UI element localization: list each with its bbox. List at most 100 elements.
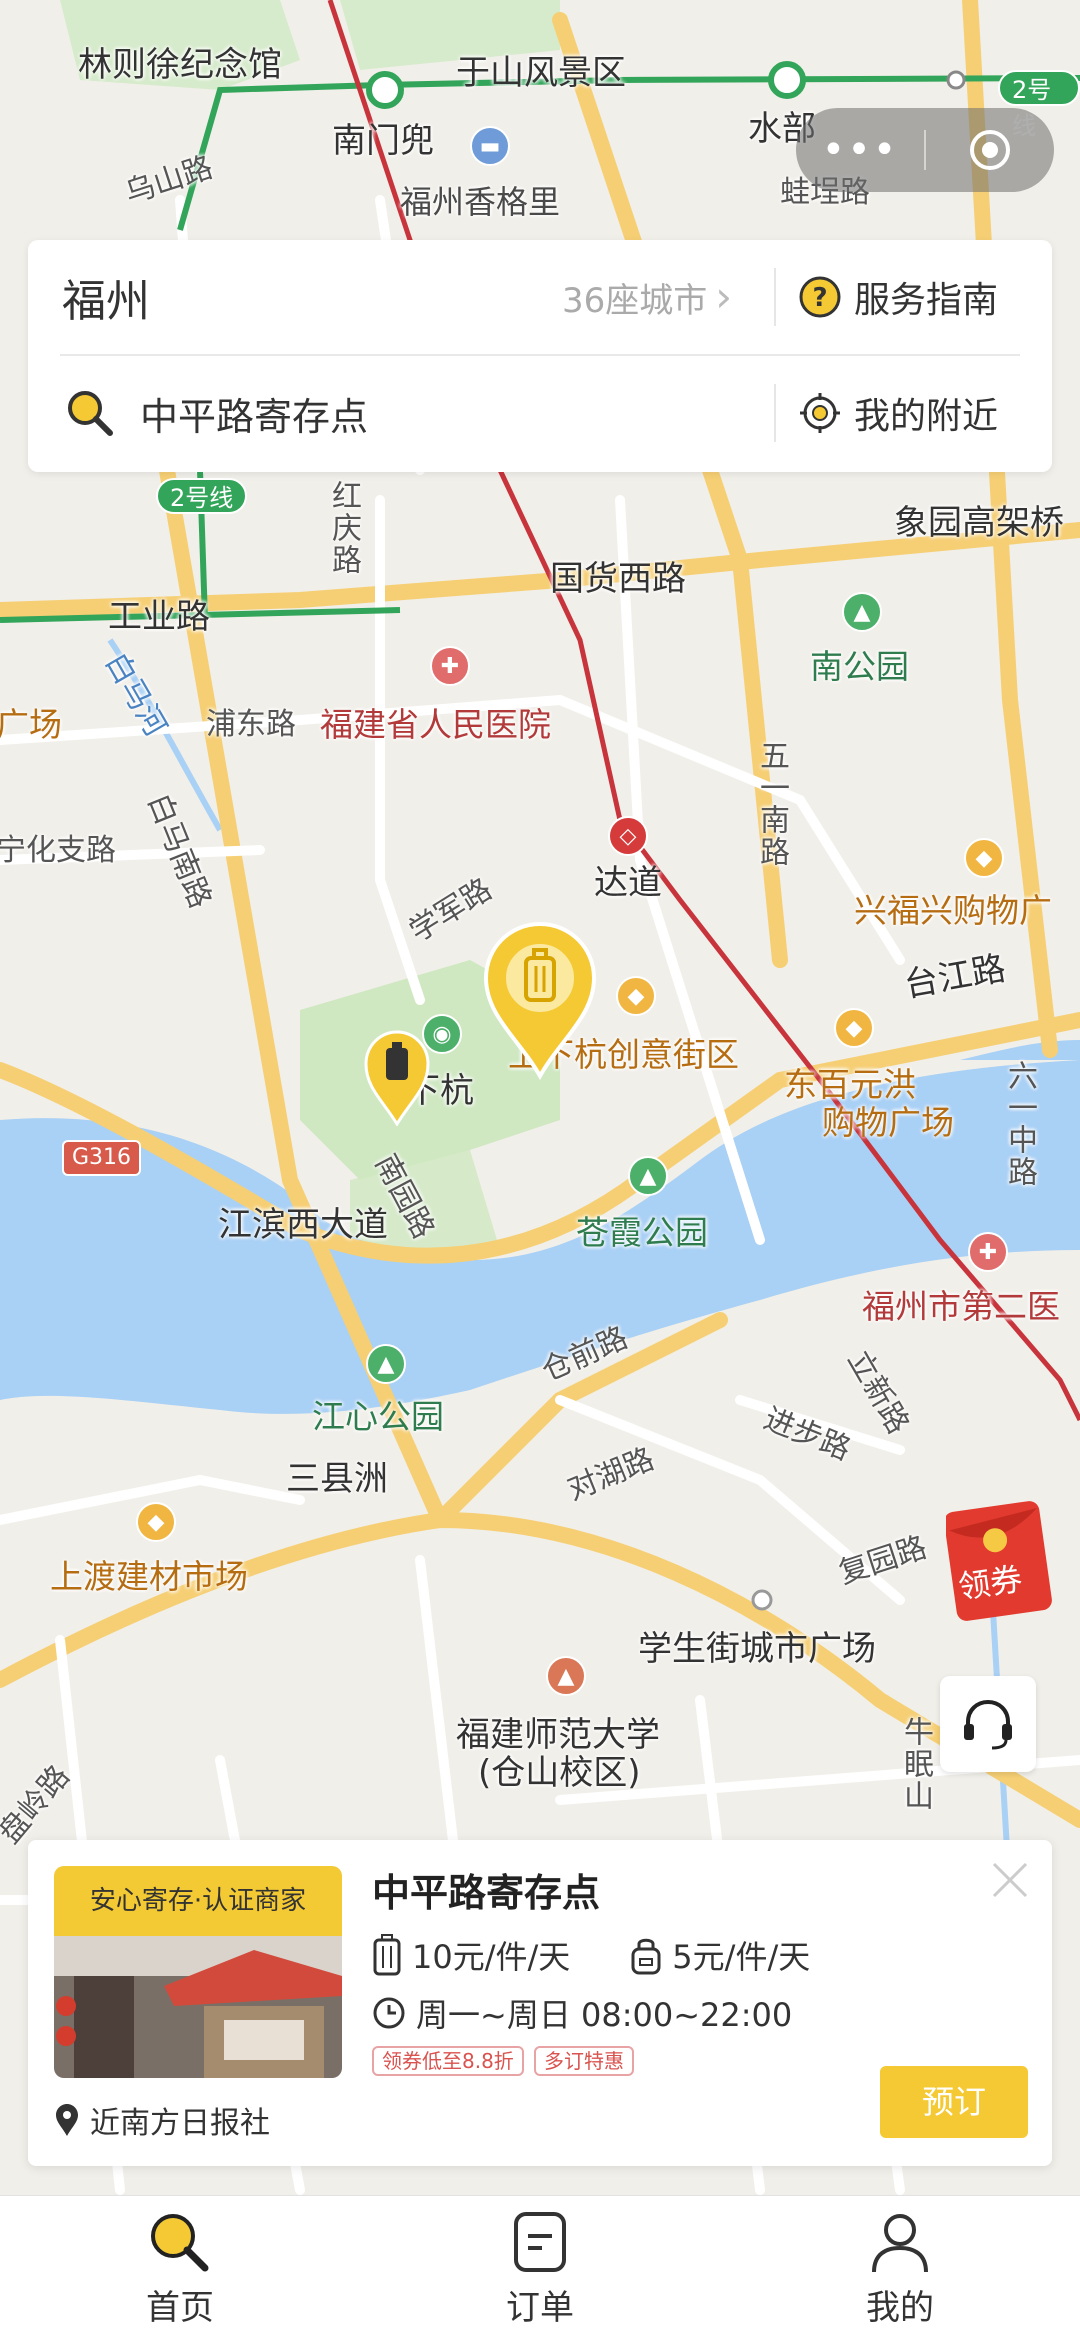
price-large-item: 10元/件/天 (372, 1932, 570, 1978)
school-icon: ▲ (546, 1656, 586, 1696)
luggage-marker-small[interactable] (362, 1030, 432, 1126)
map-label: 六一中路 (1002, 1060, 1037, 1188)
map-label: 五一南路 (754, 740, 789, 868)
price-small: 5元/件/天 (672, 1938, 811, 1976)
search-card: 福州 36座城市 › ? 服务指南 中平路寄存点 我的附近 (28, 240, 1052, 472)
map-label: 牛眠山 (898, 1716, 933, 1812)
ellipsis-icon[interactable]: ••• (796, 108, 924, 192)
locate-icon (800, 393, 840, 433)
clock-icon (373, 1997, 405, 2029)
search-row: 中平路寄存点 我的附近 (28, 356, 1052, 470)
map-label: 于山风景区 (456, 53, 626, 93)
search-icon (68, 391, 113, 436)
question-icon: ? (799, 276, 841, 318)
city-name[interactable]: 福州 (62, 265, 150, 329)
price-small-item: 5元/件/天 (630, 1932, 810, 1978)
divider (774, 268, 776, 326)
chevron-right-icon: › (715, 272, 732, 321)
target-circle-icon[interactable] (926, 127, 1054, 173)
service-guide-button[interactable]: ? 服务指南 (798, 271, 998, 323)
metro-line-tag: 2号线 (156, 478, 248, 514)
city-count-label: 36座城市 (561, 280, 708, 321)
store-location: 近南方日报社 (54, 2098, 270, 2142)
nearby-label: 我的附近 (854, 396, 999, 437)
tab-bar: 首页 订单 我的 (0, 2195, 1080, 2340)
map-label: 国货西路 (550, 559, 686, 599)
opening-hours: 周一~周日 08:00~22:00 (372, 1990, 792, 2036)
tab-orders[interactable]: 订单 (360, 2196, 720, 2340)
close-icon[interactable] (990, 1860, 1030, 1900)
map-label: 工业路 (108, 597, 210, 637)
map-label: 江心公园 (312, 1397, 444, 1436)
luggage-marker-large[interactable] (480, 920, 600, 1080)
book-button[interactable]: 预订 (880, 2066, 1028, 2138)
shopping-icon: ◆ (136, 1502, 176, 1542)
customer-service-button[interactable] (940, 1676, 1036, 1772)
certified-badge: 安心寄存·认证商家 (54, 1866, 342, 1936)
map-label: (仓山校区) (478, 1753, 641, 1793)
shopping-icon: ◆ (964, 838, 1004, 878)
map-label: 象园高架桥 (894, 503, 1064, 543)
price-row: 10元/件/天 5元/件/天 (372, 1932, 870, 1978)
map-label: 宁化支路 (0, 833, 116, 868)
map-label: 购物广场 (822, 1103, 954, 1142)
map-label: 三县洲 (286, 1459, 388, 1499)
divider (774, 384, 776, 442)
price-large: 10元/件/天 (412, 1938, 571, 1976)
search-icon (151, 2214, 209, 2272)
map-label: 福建省人民医院 (320, 705, 551, 744)
promo-tag: 领券低至8.8折 (372, 2046, 524, 2076)
map-label: 江滨西大道 (218, 1205, 388, 1245)
tab-home-label: 首页 (146, 2288, 214, 2328)
metro-line-tag: 2号线 (998, 70, 1080, 140)
opening-hours-text: 周一~周日 08:00~22:00 (416, 1996, 793, 2034)
park-icon: ▲ (366, 1344, 406, 1384)
tab-orders-label: 订单 (506, 2288, 574, 2328)
order-icon (514, 2212, 566, 2272)
map-label: 浦东路 (206, 707, 296, 742)
map-label: 广场 (0, 705, 62, 744)
search-input[interactable]: 中平路寄存点 (140, 386, 368, 441)
miniprogram-capsule: ••• (796, 108, 1054, 192)
map-label: 东百元洪 (784, 1065, 916, 1104)
tab-profile-label: 我的 (866, 2288, 934, 2328)
hospital-icon: ✚ (968, 1232, 1008, 1272)
map-label: 达道 (594, 863, 662, 903)
store-name: 中平路寄存点 (372, 1871, 601, 1915)
profile-icon (872, 2214, 928, 2273)
map-label: 林则徐纪念馆 (78, 45, 282, 85)
map-label: 学生街城市广场 (638, 1629, 876, 1669)
map-label: 苍霞公园 (576, 1213, 708, 1252)
hotel-icon: ▬ (470, 126, 510, 166)
map-label: 红庆路 (326, 480, 361, 576)
nearby-button[interactable]: 我的附近 (798, 387, 998, 439)
tab-profile[interactable]: 我的 (720, 2196, 1080, 2340)
map-label: 兴福兴购物广 (854, 891, 1052, 930)
map-label: 上渡建材市场 (50, 1557, 248, 1596)
city-row: 福州 36座城市 › ? 服务指南 (28, 240, 1052, 354)
headset-icon (964, 1699, 1012, 1750)
coupon-label: 领券 (955, 1559, 1025, 1607)
map-label: 福建师范大学 (456, 1715, 660, 1755)
map-label: 福州市第二医 (862, 1287, 1060, 1326)
coupon-button[interactable]: 领券 (944, 1500, 1056, 1622)
map-label: 南门兜 (332, 121, 434, 161)
suitcase-icon (373, 1934, 401, 1976)
store-photo (54, 1936, 342, 2078)
svg-text:?: ? (812, 283, 827, 313)
map-label: 南公园 (810, 647, 909, 686)
highway-shield: G316 (62, 1140, 142, 1176)
shopping-icon: ◆ (616, 976, 656, 1016)
shopping-icon: ◆ (834, 1008, 874, 1048)
location-pin-icon (56, 2104, 78, 2136)
city-switch[interactable]: 36座城市 › (562, 273, 732, 322)
store-location-text: 近南方日报社 (90, 2106, 270, 2141)
park-icon: ▲ (628, 1156, 668, 1196)
promo-tag: 多订特惠 (534, 2046, 634, 2076)
metro-station-icon: ◇ (608, 816, 648, 856)
park-icon: ▲ (842, 592, 882, 632)
map-label: 福州香格里 (400, 183, 561, 221)
store-card[interactable]: 安心寄存·认证商家 中平路寄存点 10元/件/天 5元/件/天 周一~周日 08… (28, 1840, 1052, 2166)
bag-icon (631, 1938, 661, 1975)
tab-home[interactable]: 首页 (0, 2196, 360, 2340)
